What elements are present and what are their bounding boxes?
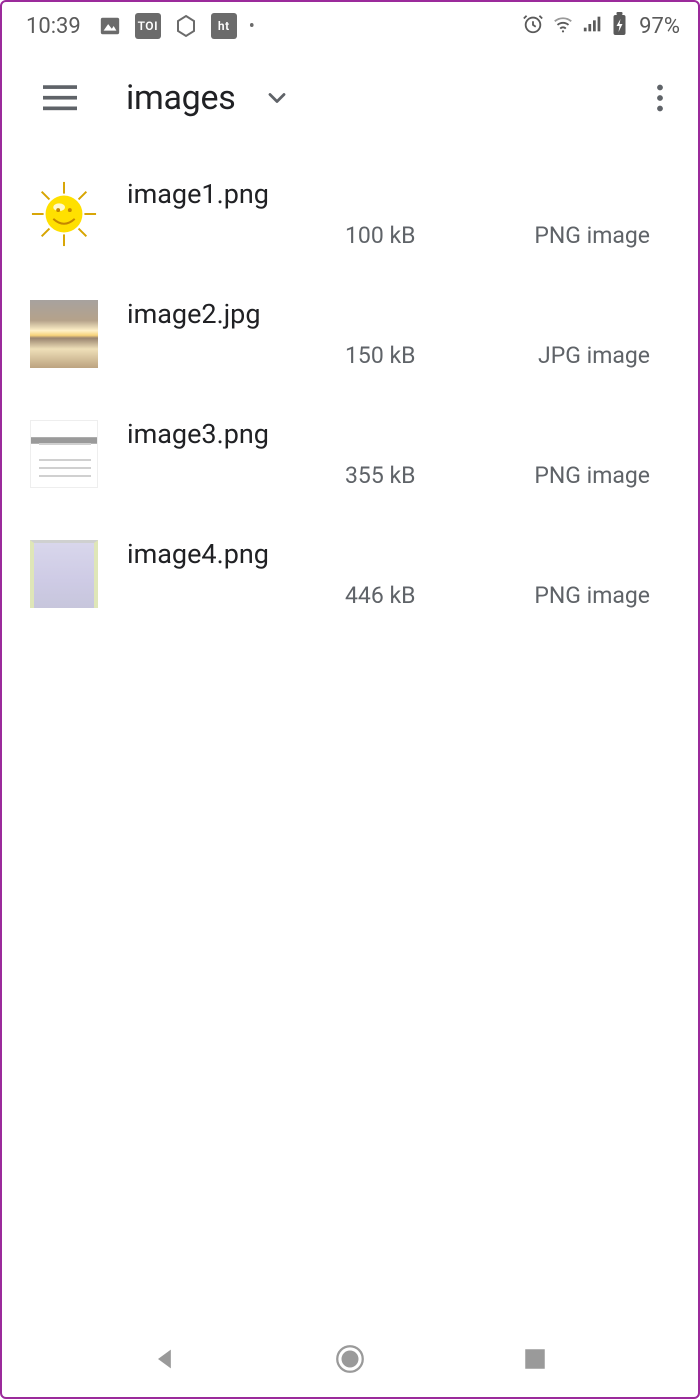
file-type: JPG image (538, 342, 650, 369)
file-row[interactable]: image1.png 100 kB PNG image (30, 174, 670, 266)
more-notifs-icon: • (249, 13, 255, 39)
app-header: images (2, 50, 698, 146)
battery-icon (612, 12, 627, 41)
file-type: PNG image (534, 582, 650, 609)
file-thumbnail (30, 540, 98, 608)
file-list: image1.png 100 kB PNG image image2.jpg 1… (2, 174, 698, 626)
file-size: 355 kB (345, 462, 415, 489)
file-thumbnail (30, 180, 98, 248)
navigation-bar (2, 1327, 698, 1397)
home-icon (333, 1342, 367, 1376)
alarm-icon (522, 13, 544, 40)
file-type: PNG image (534, 462, 650, 489)
status-time: 10:39 (26, 14, 81, 39)
folder-title-dropdown[interactable]: images (126, 78, 291, 118)
folder-title: images (126, 78, 235, 118)
status-left: 10:39 TOI ht • (26, 13, 255, 39)
file-row[interactable]: image2.jpg 150 kB JPG image (30, 294, 670, 386)
chevron-down-icon (263, 84, 291, 112)
back-icon (151, 1344, 179, 1374)
battery-percent: 97% (639, 14, 680, 39)
nav-home-button[interactable] (330, 1339, 370, 1379)
more-vert-icon (656, 84, 664, 112)
file-name: image4.png (127, 538, 269, 570)
photos-icon (97, 13, 123, 39)
file-type: PNG image (534, 222, 650, 249)
toi-icon: TOI (135, 13, 161, 39)
file-name: image2.jpg (127, 298, 260, 330)
hamburger-icon (43, 85, 77, 111)
recent-icon (522, 1346, 548, 1372)
nav-recent-button[interactable] (515, 1339, 555, 1379)
ht-icon: ht (211, 13, 237, 39)
signal-icon (582, 13, 604, 40)
file-size: 446 kB (345, 582, 415, 609)
file-name: image3.png (127, 418, 269, 450)
nav-back-button[interactable] (145, 1339, 185, 1379)
menu-button[interactable] (40, 78, 80, 118)
file-size: 100 kB (345, 222, 415, 249)
file-size: 150 kB (345, 342, 415, 369)
more-options-button[interactable] (640, 78, 680, 118)
file-row[interactable]: image4.png 446 kB PNG image (30, 534, 670, 626)
status-right: 97% (522, 12, 680, 41)
file-thumbnail (30, 300, 98, 368)
status-bar: 10:39 TOI ht • 97% (2, 2, 698, 50)
file-name: image1.png (127, 178, 269, 210)
file-row[interactable]: image3.png 355 kB PNG image (30, 414, 670, 506)
file-thumbnail (30, 420, 98, 488)
s-logon-icon (173, 13, 199, 39)
wifi-icon (552, 13, 574, 40)
